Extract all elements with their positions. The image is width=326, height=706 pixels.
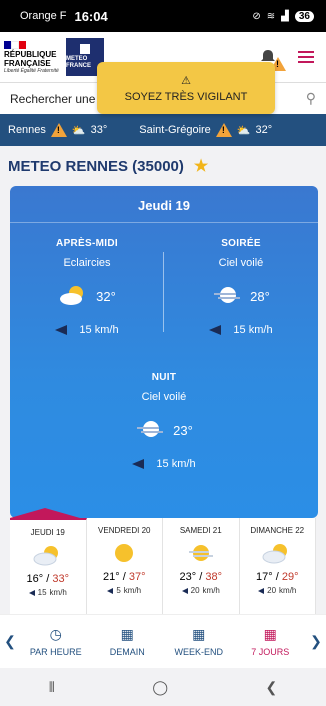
forecast-day: Jeudi 19	[137, 198, 191, 213]
status-bar: Orange F 16:04 ⊘ ≋ ▟ 36	[0, 0, 326, 32]
day-min: 23°	[179, 571, 197, 583]
wifi-icon: ≋	[266, 10, 276, 22]
wind-direction-icon	[28, 589, 35, 596]
wind-direction-icon	[107, 587, 114, 594]
partly-sunny-icon	[58, 283, 90, 310]
city-temp: 32°	[255, 124, 273, 136]
vigilance-popup-text: SOYEZ TRÈS VIGILANT	[124, 90, 248, 103]
carrier-label: Orange F	[20, 10, 67, 22]
period-temp: 32°	[96, 289, 116, 304]
period-temp: 23°	[173, 423, 193, 438]
vigilance-warning-icon	[215, 123, 232, 137]
tab-7-jours[interactable]: ▦ 7 JOURS	[235, 626, 307, 657]
city-rennes[interactable]: Rennes	[8, 124, 46, 136]
daily-forecast-strip: JEUDI 19 16° / 33° 15 km/h VENDREDI 20 21…	[10, 518, 316, 614]
republique-francaise-logo: RÉPUBLIQUE FRANÇAISE Liberté Égalité Fra…	[4, 40, 60, 74]
day-card[interactable]: VENDREDI 20 21° / 37° 5 km/h	[87, 518, 163, 614]
calendar-icon: ▦	[263, 626, 277, 642]
mute-icon: ⊘	[252, 10, 261, 22]
vigilance-popup[interactable]: ⚠ SOYEZ TRÈS VIGILANT	[97, 62, 275, 114]
system-nav-bar: ⦀ ◯ ❮	[0, 668, 326, 706]
search-icon[interactable]: ⚲	[306, 90, 316, 107]
period-afternoon: APRÈS-MIDI Eclaircies 32° 15 km/h	[55, 238, 119, 336]
day-max: 37°	[128, 571, 146, 583]
chevron-right-icon[interactable]: ❯	[306, 633, 326, 650]
wind-direction-icon	[258, 587, 265, 594]
clock-icon: ◷	[49, 626, 62, 642]
partly-sunny-icon	[10, 537, 86, 573]
veiled-moon-icon	[135, 417, 167, 444]
day-card[interactable]: DIMANCHE 22 17° / 29° 20 km/h	[240, 518, 316, 614]
partly-sunny-icon: ⛅	[236, 124, 251, 137]
back-icon[interactable]: ❮	[266, 679, 278, 696]
favorite-star-icon[interactable]: ★	[194, 156, 208, 176]
day-max: 33°	[52, 573, 69, 585]
day-min: 21°	[103, 571, 120, 583]
bottom-nav: ❮ ◷ PAR HEURE ▦ DEMAIN ▦ WEEK-END ▦ 7 JO…	[0, 614, 326, 668]
sun-icon	[87, 535, 163, 571]
tab-demain[interactable]: ▦ DEMAIN	[92, 626, 164, 657]
period-temp: 28°	[250, 289, 270, 304]
day-max: 38°	[205, 571, 222, 583]
tab-par-heure[interactable]: ◷ PAR HEURE	[20, 626, 92, 657]
period-evening: SOIRÉE Ciel voilé 28° 15 km/h	[176, 238, 306, 336]
search-input[interactable]: Rechercher une v	[10, 92, 105, 106]
day-min: 17°	[256, 571, 273, 583]
calendar-icon: ▦	[192, 626, 206, 642]
favorite-cities-bar: Rennes ⛅ 33° Saint-Grégoire ⛅ 32°	[0, 114, 326, 146]
veiled-sun-icon	[163, 535, 239, 571]
wind-speed: 15	[233, 324, 246, 336]
signal-icon: ▟	[281, 10, 289, 22]
vigilance-warning-icon	[50, 123, 67, 137]
warning-icon: ⚠	[181, 74, 191, 87]
chevron-left-icon[interactable]: ❮	[0, 633, 20, 650]
partly-sunny-icon	[240, 535, 316, 571]
wind-speed: 15	[79, 324, 92, 336]
forecast-panel: Jeudi 19 APRÈS-MIDI Eclaircies 32° 15 km…	[10, 186, 318, 518]
city-saint-gregoire[interactable]: Saint-Grégoire	[139, 124, 211, 136]
calendar-icon: ▦	[120, 626, 134, 642]
clock-time: 16:04	[74, 8, 108, 24]
home-icon[interactable]: ◯	[152, 679, 168, 696]
wind-direction-icon	[181, 587, 188, 594]
wind-speed: 15	[156, 458, 169, 470]
menu-icon[interactable]	[298, 51, 314, 63]
battery-indicator: 36	[294, 10, 314, 22]
page-title-bar: METEO RENNES (35000) ★	[0, 146, 326, 186]
day-min: 16°	[26, 573, 44, 585]
page-title: METEO RENNES (35000)	[8, 157, 184, 175]
veiled-moon-icon	[212, 283, 244, 310]
day-max: 29°	[281, 571, 299, 583]
selected-day-pointer	[10, 508, 80, 518]
day-card[interactable]: SAMEDI 21 23° / 38° 20 km/h	[163, 518, 240, 614]
tab-week-end[interactable]: ▦ WEEK-END	[163, 626, 235, 657]
partly-sunny-icon: ⛅	[71, 124, 86, 137]
wind-direction-icon	[209, 325, 222, 335]
recent-apps-icon[interactable]: ⦀	[49, 679, 55, 696]
period-night: NUIT Ciel voilé 23° 15 km/h	[99, 372, 229, 470]
wind-direction-icon	[55, 325, 68, 335]
day-card[interactable]: JEUDI 19 16° / 33° 15 km/h	[10, 518, 87, 614]
city-temp: 33°	[90, 124, 108, 136]
wind-direction-icon	[132, 459, 145, 469]
